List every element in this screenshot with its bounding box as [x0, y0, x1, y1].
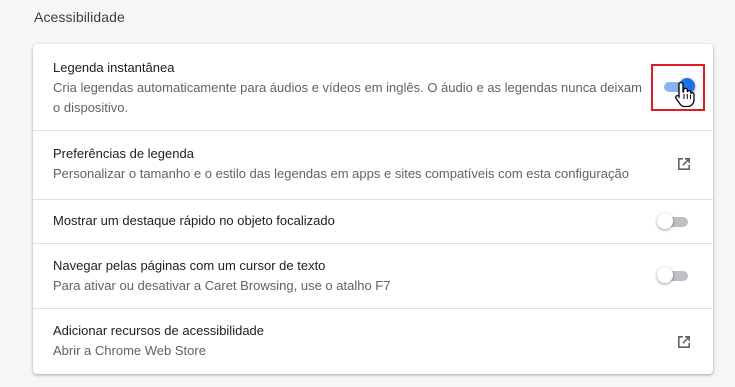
caret-browsing-toggle[interactable] — [657, 265, 691, 287]
row-subtitle: Personalizar o tamanho e o estilo das le… — [53, 166, 629, 181]
row-title: Adicionar recursos de acessibilidade — [53, 323, 265, 338]
row-subtitle-line1: Cria legendas automaticamente para áudio… — [53, 80, 642, 95]
row-subtitle: Para ativar ou desativar a Caret Browsin… — [53, 278, 391, 293]
row-title: Navegar pelas páginas com um cursor de t… — [53, 258, 326, 273]
settings-page: Acessibilidade Legenda instantânea Cria … — [0, 0, 735, 387]
row-text: Adicionar recursos de acessibilidade Abr… — [53, 321, 264, 361]
row-text: Preferências de legenda Personalizar o t… — [53, 144, 629, 184]
row-title: Mostrar um destaque rápido no objeto foc… — [53, 213, 335, 228]
row-title: Preferências de legenda — [53, 146, 194, 161]
row-caption-preferences[interactable]: Preferências de legenda Personalizar o t… — [33, 130, 713, 199]
toggle-knob — [657, 267, 673, 283]
focus-highlight-toggle[interactable] — [657, 211, 691, 233]
toggle-knob — [657, 213, 673, 229]
external-link-icon[interactable] — [675, 333, 693, 351]
hand-cursor-icon — [675, 81, 695, 107]
row-text: Mostrar um destaque rápido no objeto foc… — [53, 211, 335, 231]
row-subtitle: Abrir a Chrome Web Store — [53, 343, 206, 358]
row-focus-highlight[interactable]: Mostrar um destaque rápido no objeto foc… — [33, 199, 713, 243]
external-link-icon[interactable] — [675, 155, 693, 173]
accessibility-card: Legenda instantânea Cria legendas automa… — [33, 44, 713, 374]
row-add-accessibility-features[interactable]: Adicionar recursos de acessibilidade Abr… — [33, 308, 713, 374]
row-title: Legenda instantânea — [53, 60, 175, 75]
row-caret-browsing[interactable]: Navegar pelas páginas com um cursor de t… — [33, 243, 713, 308]
row-live-caption[interactable]: Legenda instantânea Cria legendas automa… — [33, 44, 713, 130]
row-subtitle-line2: o dispositivo. — [53, 100, 129, 115]
row-text: Legenda instantânea Cria legendas automa… — [53, 58, 642, 118]
section-title: Acessibilidade — [34, 9, 125, 25]
row-text: Navegar pelas páginas com um cursor de t… — [53, 256, 390, 296]
